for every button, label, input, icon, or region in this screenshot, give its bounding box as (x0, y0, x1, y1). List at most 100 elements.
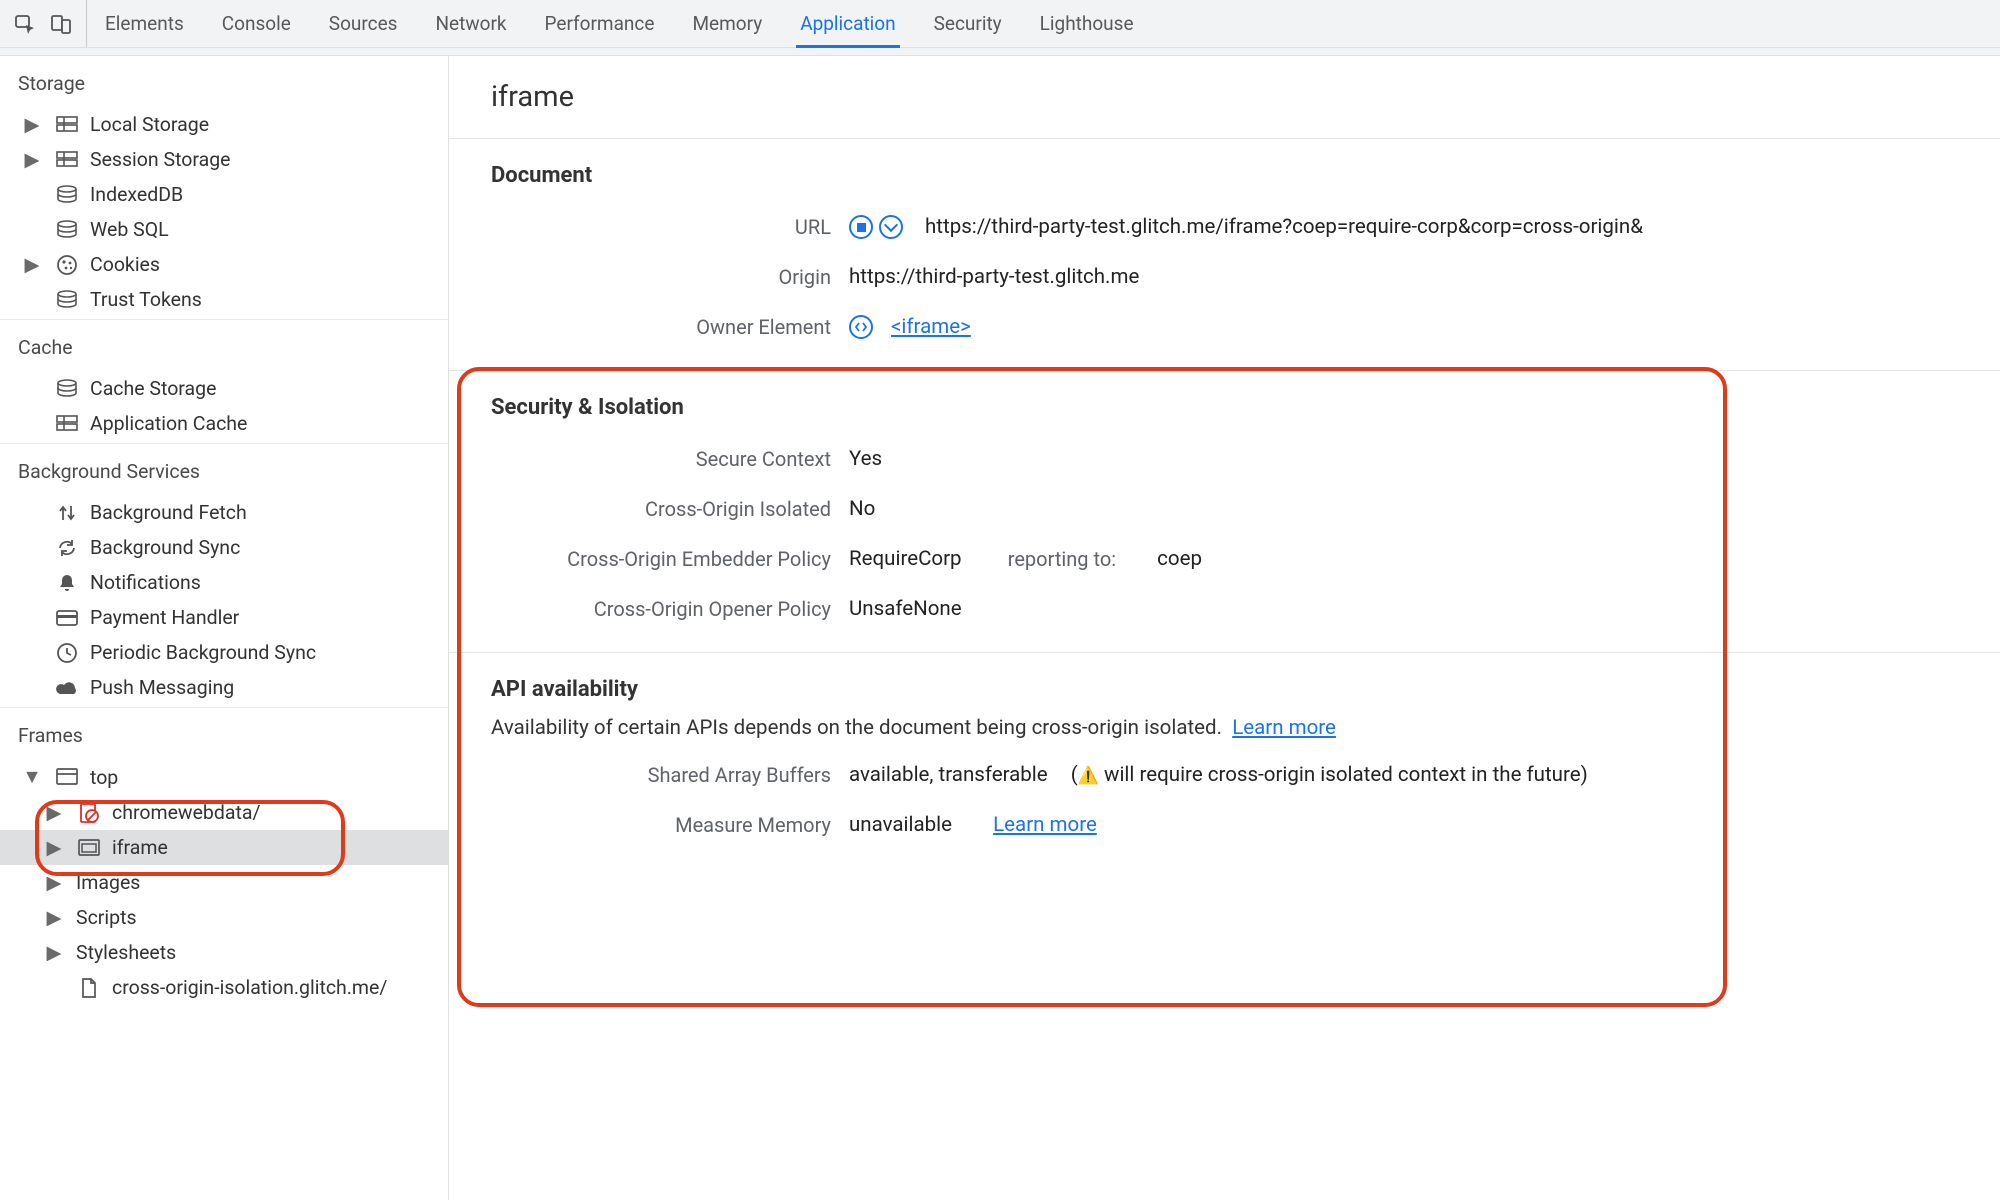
sidebar-item-cross-origin-isolation[interactable]: ▶cross-origin-isolation.glitch.me/ (0, 970, 448, 1005)
database-icon (54, 219, 80, 241)
label-coep: Cross-Origin Embedder Policy (491, 547, 831, 571)
tab-security[interactable]: Security (934, 0, 1002, 47)
inspect-element-icon[interactable] (14, 13, 36, 35)
sidebar-item-label: Background Sync (90, 536, 240, 559)
blocked-page-icon (76, 802, 102, 824)
tab-sources[interactable]: Sources (329, 0, 398, 47)
sidebar-item-label: Notifications (90, 571, 201, 594)
sidebar-item-indexeddb[interactable]: ▶IndexedDB (0, 177, 448, 212)
sidebar-item-label: Background Fetch (90, 501, 247, 524)
table-icon (54, 413, 80, 435)
sidebar-item-periodic-background-sync[interactable]: ▶Periodic Background Sync (0, 635, 448, 670)
panel-security-isolation: Security & Isolation Secure Context Yes C… (449, 371, 2000, 653)
sidebar-item-label: Cookies (90, 253, 160, 276)
reveal-source-icon[interactable] (849, 215, 873, 239)
card-icon (54, 607, 80, 629)
link-learn-more-measure-memory[interactable]: Learn more (993, 813, 1097, 837)
tab-console[interactable]: Console (222, 0, 291, 47)
section-header-cache: Cache (0, 320, 448, 371)
value-coop: UnsafeNone (849, 597, 962, 621)
sidebar-item-scripts[interactable]: ▶Scripts (0, 900, 448, 935)
panel-heading-document: Document (491, 163, 1958, 188)
sidebar-item-stylesheets[interactable]: ▶Stylesheets (0, 935, 448, 970)
sidebar-item-frames-top[interactable]: ▼top (0, 759, 448, 795)
warning-shared-array-buffers: (⚠️ will require cross-origin isolated c… (1066, 763, 1588, 787)
panel-heading-security: Security & Isolation (491, 395, 1958, 420)
toolbar-icon-group (14, 0, 87, 47)
value-secure-context: Yes (849, 447, 882, 471)
sidebar-item-trust-tokens[interactable]: ▶Trust Tokens (0, 282, 448, 317)
label-shared-array-buffers: Shared Array Buffers (491, 763, 831, 787)
frame-icon (76, 837, 102, 859)
sidebar-item-label: iframe (112, 836, 168, 859)
tab-network[interactable]: Network (435, 0, 506, 47)
sidebar-item-application-cache[interactable]: ▶Application Cache (0, 406, 448, 441)
sidebar-item-label: Cache Storage (90, 377, 216, 400)
label-coop: Cross-Origin Opener Policy (491, 597, 831, 621)
api-availability-description: Availability of certain APIs depends on … (491, 716, 1958, 740)
panel-api-availability: API availability Availability of certain… (449, 653, 2000, 868)
tab-application[interactable]: Application (800, 0, 895, 47)
sidebar-item-label: Application Cache (90, 412, 247, 435)
sidebar-item-label: cross-origin-isolation.glitch.me/ (112, 976, 387, 999)
reveal-network-icon[interactable] (879, 215, 903, 239)
section-header-storage: Storage (0, 56, 448, 107)
label-measure-memory: Measure Memory (491, 813, 831, 837)
sidebar-item-label: Session Storage (90, 148, 231, 171)
cloud-icon (54, 677, 80, 699)
panel-document: Document URL https://third-party-test.gl… (449, 139, 2000, 371)
updown-arrows-icon (54, 502, 80, 524)
value-coep: RequireCorp (849, 547, 962, 571)
value-url: https://third-party-test.glitch.me/ifram… (925, 215, 1643, 239)
sidebar-item-label: Images (76, 871, 140, 894)
label-secure-context: Secure Context (491, 447, 831, 471)
sidebar-item-label: Push Messaging (90, 676, 234, 699)
sidebar-item-iframe[interactable]: ▶iframe (0, 830, 448, 865)
cookie-icon (54, 254, 80, 276)
table-icon (54, 149, 80, 171)
value-cross-origin-isolated: No (849, 497, 875, 521)
sidebar-item-cache-storage[interactable]: ▶Cache Storage (0, 371, 448, 406)
sidebar-item-label: Payment Handler (90, 606, 239, 629)
sidebar-item-label: Local Storage (90, 113, 209, 136)
sidebar-item-label: Stylesheets (76, 941, 176, 964)
sidebar-item-label: chromewebdata/ (112, 801, 261, 824)
tab-elements[interactable]: Elements (105, 0, 184, 47)
sidebar-item-payment-handler[interactable]: ▶Payment Handler (0, 600, 448, 635)
sidebar-item-cookies[interactable]: ▶Cookies (0, 247, 448, 282)
sidebar-item-background-sync[interactable]: ▶Background Sync (0, 530, 448, 565)
sidebar-item-chromewebdata[interactable]: ▶chromewebdata/ (0, 795, 448, 830)
sidebar-item-local-storage[interactable]: ▶Local Storage (0, 107, 448, 142)
label-url: URL (491, 215, 831, 239)
sidebar-item-session-storage[interactable]: ▶Session Storage (0, 142, 448, 177)
sidebar-item-websql[interactable]: ▶Web SQL (0, 212, 448, 247)
tab-memory[interactable]: Memory (692, 0, 762, 47)
link-learn-more-api[interactable]: Learn more (1232, 716, 1336, 740)
link-owner-element[interactable]: <iframe> (891, 315, 971, 339)
device-toggle-icon[interactable] (50, 13, 72, 35)
section-header-frames: Frames (0, 708, 448, 759)
table-icon (54, 114, 80, 136)
sidebar-item-push-messaging[interactable]: ▶Push Messaging (0, 670, 448, 705)
section-header-background-services: Background Services (0, 444, 448, 495)
database-icon (54, 289, 80, 311)
value-measure-memory: unavailable (849, 813, 952, 837)
code-icon[interactable] (849, 315, 873, 339)
sidebar-item-background-fetch[interactable]: ▶Background Fetch (0, 495, 448, 530)
label-cross-origin-isolated: Cross-Origin Isolated (491, 497, 831, 521)
value-origin: https://third-party-test.glitch.me (849, 265, 1139, 289)
value-shared-array-buffers: available, transferable (849, 763, 1048, 787)
devtools-tabs: Elements Console Sources Network Perform… (105, 0, 1986, 47)
sub-toolbar (0, 48, 2000, 56)
tab-performance[interactable]: Performance (545, 0, 655, 47)
page-title: iframe (449, 56, 2000, 139)
sidebar-item-images[interactable]: ▶Images (0, 865, 448, 900)
warning-icon: ⚠️ (1078, 766, 1099, 786)
sidebar-item-label: top (90, 766, 118, 789)
sidebar-item-notifications[interactable]: ▶Notifications (0, 565, 448, 600)
window-icon (54, 766, 80, 788)
sidebar-item-label: Web SQL (90, 218, 169, 241)
panel-heading-api: API availability (491, 677, 1958, 702)
sidebar-item-label: IndexedDB (90, 183, 183, 206)
tab-lighthouse[interactable]: Lighthouse (1040, 0, 1134, 47)
